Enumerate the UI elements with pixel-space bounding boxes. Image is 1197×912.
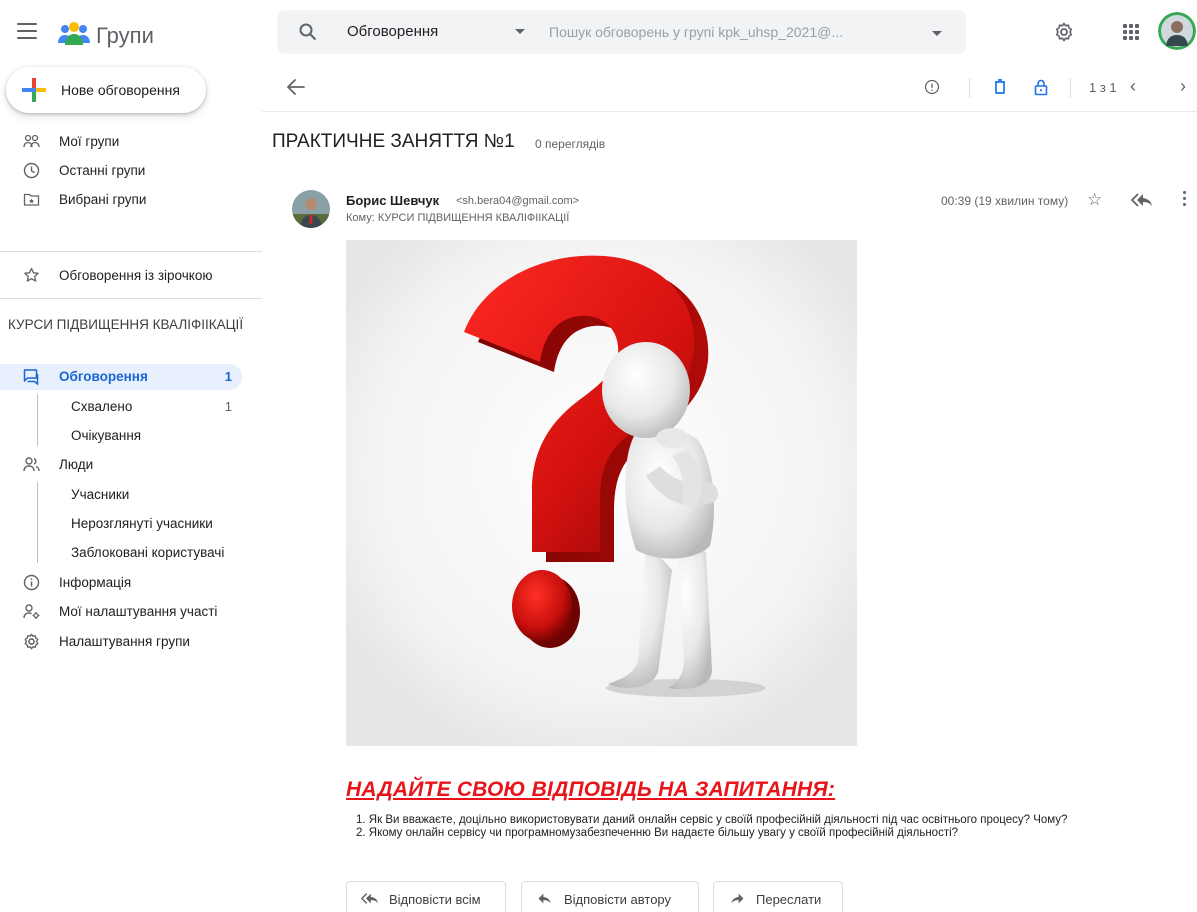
sidebar-item-people[interactable]: Люди: [0, 452, 262, 478]
app-title[interactable]: Групи: [96, 23, 154, 49]
question-item: 2. Якому онлайн сервісу чи програмномуза…: [356, 827, 959, 839]
sidebar: Нове обговорення Мої групи Останні групи…: [0, 62, 262, 912]
author-name[interactable]: Борис Шевчук: [346, 193, 439, 208]
sidebar-item-label: Нерозглянуті учасники: [71, 516, 213, 531]
sidebar-item-group-settings[interactable]: Налаштування групи: [0, 629, 262, 655]
sidebar-item-approved[interactable]: Схвалено 1: [0, 394, 262, 420]
settings-gear-icon[interactable]: [1054, 22, 1074, 42]
sidebar-item-label: Схвалено: [71, 399, 133, 414]
sidebar-item-banned-users[interactable]: Заблоковані користувачі: [0, 540, 262, 566]
search-input[interactable]: [549, 10, 909, 54]
gear-icon: [24, 633, 39, 650]
toolbar-divider: [969, 78, 970, 98]
search-icon[interactable]: [299, 23, 317, 41]
thread-title: ПРАКТИЧНЕ ЗАНЯТТЯ №1: [272, 131, 515, 152]
forward-icon: [731, 893, 744, 904]
recipient-line: Кому: КУРСИ ПІДВИЩЕННЯ КВАЛІФІІКАЦІЇ: [346, 212, 570, 224]
sidebar-item-label: Мої налаштування участі: [59, 604, 218, 619]
reply-all-label: Відповісти всім: [389, 892, 481, 907]
reply-icon: [538, 893, 551, 904]
info-icon: [23, 574, 40, 591]
sidebar-item-label: Обговорення: [59, 369, 148, 384]
sidebar-item-label: Люди: [59, 457, 94, 472]
groups-logo-icon: [58, 22, 90, 45]
search-scope-label: Обговорення: [347, 23, 439, 40]
back-arrow-icon[interactable]: [286, 78, 306, 96]
view-count: 0 переглядів: [535, 137, 606, 151]
account-avatar[interactable]: [1158, 12, 1196, 50]
previous-thread-button[interactable]: ‹: [1130, 76, 1136, 97]
people-icon: [23, 457, 40, 472]
sidebar-item-label: Учасники: [71, 487, 130, 502]
thread-toolbar: 1 з 1 ‹ ›: [262, 62, 1197, 112]
new-conversation-label: Нове обговорення: [61, 82, 180, 98]
forward-label: Переслати: [756, 892, 822, 907]
pagination-label: 1 з 1: [1089, 80, 1117, 95]
conversations-count: 1: [224, 369, 232, 384]
apps-grid-icon[interactable]: [1123, 24, 1139, 40]
sidebar-item-label: Мої групи: [59, 134, 120, 149]
sidebar-divider: [0, 251, 262, 252]
top-bar: Групи Обговорення: [0, 0, 1197, 62]
report-info-icon[interactable]: [923, 78, 941, 96]
reply-all-button[interactable]: Відповісти всім: [346, 881, 506, 912]
reply-author-label: Відповісти автору: [564, 892, 672, 907]
toolbar-divider: [1070, 78, 1071, 98]
question-mark-figure-image: [346, 240, 857, 746]
reply-all-icon[interactable]: [1131, 192, 1153, 208]
search-bar: Обговорення: [277, 10, 966, 54]
lock-icon[interactable]: [1032, 78, 1050, 96]
sidebar-item-pending-members[interactable]: Нерозглянуті учасники: [0, 511, 262, 537]
message-timestamp: 00:39 (19 хвилин тому): [941, 194, 1069, 208]
sidebar-item-conversations[interactable]: Обговорення 1: [0, 364, 242, 390]
folder-star-icon: [23, 193, 40, 206]
sidebar-item-starred-conversations[interactable]: Обговорення із зірочкою: [0, 263, 262, 289]
search-options-chevron-icon[interactable]: [932, 31, 942, 36]
delete-icon[interactable]: [991, 78, 1009, 96]
sidebar-item-label: Вибрані групи: [59, 192, 147, 207]
sidebar-item-members[interactable]: Учасники: [0, 482, 262, 508]
sidebar-item-favorite-groups[interactable]: Вибрані групи: [0, 187, 262, 213]
sidebar-item-label: Очікування: [71, 428, 142, 443]
author-avatar[interactable]: [292, 190, 330, 228]
reply-author-button[interactable]: Відповісти автору: [521, 881, 699, 912]
sidebar-item-membership-settings[interactable]: Мої налаштування участі: [0, 599, 262, 625]
main-menu-icon[interactable]: [17, 23, 37, 39]
sidebar-item-my-groups[interactable]: Мої групи: [0, 129, 262, 155]
plus-icon: [22, 78, 46, 102]
sidebar-item-label: Інформація: [59, 575, 132, 590]
reply-all-icon: [361, 893, 379, 904]
chevron-down-icon: [515, 29, 525, 34]
sidebar-item-pending[interactable]: Очікування: [0, 423, 262, 449]
new-conversation-button[interactable]: Нове обговорення: [6, 67, 206, 113]
next-thread-button[interactable]: ›: [1180, 76, 1186, 97]
groups-icon: [23, 134, 40, 148]
clock-icon: [23, 162, 40, 179]
search-scope-select[interactable]: Обговорення: [347, 10, 522, 54]
member-settings-icon: [23, 604, 40, 619]
more-options-icon[interactable]: [1183, 191, 1187, 207]
sidebar-item-label: Налаштування групи: [59, 634, 190, 649]
sidebar-item-recent-groups[interactable]: Останні групи: [0, 158, 262, 184]
question-list: 1. Як Ви вважаєте, доцільно використовув…: [356, 814, 1196, 840]
conversations-icon: [23, 369, 39, 385]
group-name: КУРСИ ПІДВИЩЕННЯ КВАЛІФІІКАЦІЇ: [8, 317, 244, 332]
sidebar-item-label: Заблоковані користувачі: [71, 545, 225, 560]
star-button[interactable]: ☆: [1087, 190, 1102, 210]
answer-heading: НАДАЙТЕ СВОЮ ВІДПОВІДЬ НА ЗАПИТАННЯ:: [346, 778, 836, 801]
author-email: <sh.bera04@gmail.com>: [456, 195, 580, 207]
sidebar-item-about[interactable]: Інформація: [0, 570, 262, 596]
sidebar-item-label: Останні групи: [59, 163, 146, 178]
approved-count: 1: [224, 399, 232, 414]
sidebar-item-label: Обговорення із зірочкою: [59, 268, 213, 283]
question-item: 1. Як Ви вважаєте, доцільно використовув…: [356, 814, 1068, 826]
forward-button[interactable]: Переслати: [713, 881, 843, 912]
sidebar-divider: [0, 298, 262, 299]
star-icon: [24, 267, 39, 282]
